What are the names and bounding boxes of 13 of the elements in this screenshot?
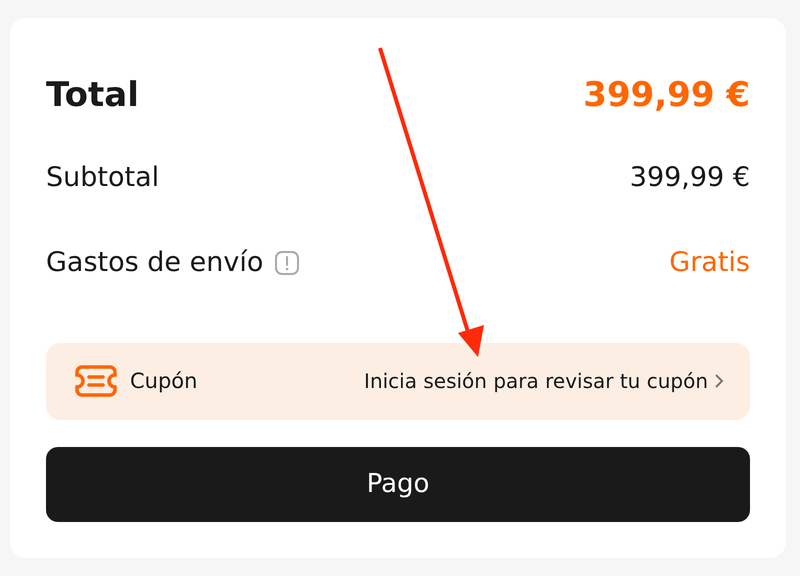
total-price: 399,99 € (583, 74, 750, 115)
chevron-right-icon (714, 373, 724, 390)
row-label: Gastos de envío (46, 247, 264, 278)
info-icon[interactable] (275, 250, 300, 275)
coupon-label: Cupón (130, 369, 198, 394)
coupon-bar[interactable]: Cupón Inicia sesión para revisar tu cupón (46, 343, 750, 420)
total-label: Total (46, 74, 139, 115)
row-label: Subtotal (46, 162, 160, 194)
row-value: 399,99 € (630, 162, 750, 194)
coupon-login-link[interactable]: Inicia sesión para revisar tu cupón (364, 369, 708, 394)
ticket-icon (74, 364, 118, 398)
row-value: Gratis (669, 247, 750, 278)
pay-button[interactable]: Pago (46, 446, 750, 522)
